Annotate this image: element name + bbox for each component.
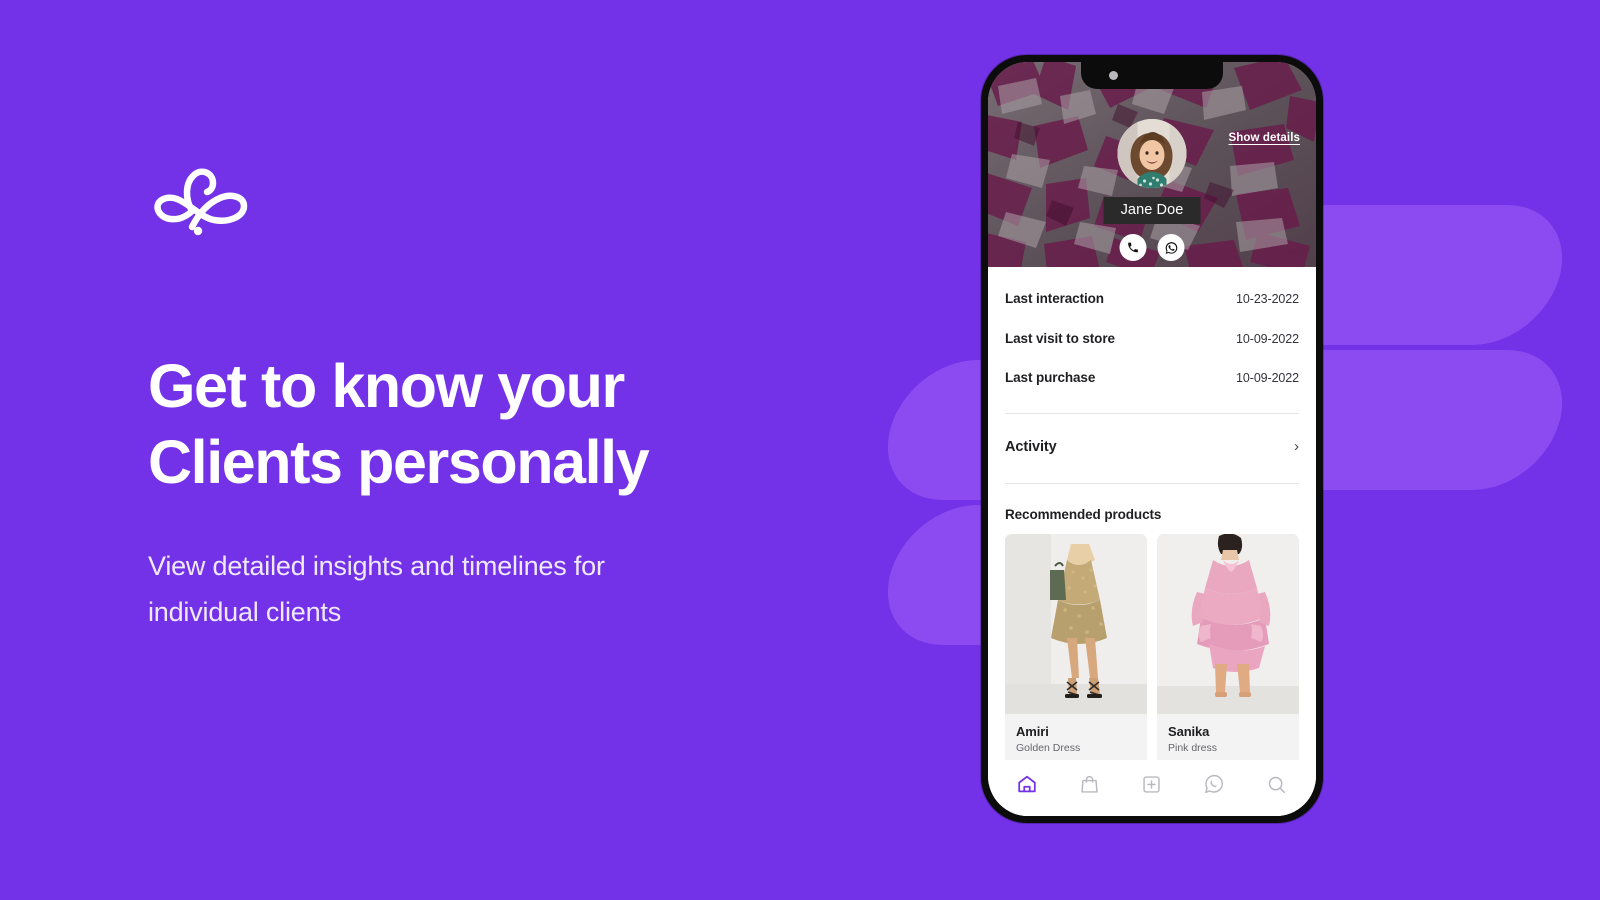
client-detail-list: Last interaction 10-23-2022 Last visit t…	[988, 267, 1316, 410]
detail-row: Last purchase 10-09-2022	[1005, 370, 1299, 410]
whatsapp-icon	[1165, 241, 1177, 254]
product-name: Amiri	[1016, 723, 1049, 739]
phone-mockup: Show details Jane Doe Last interaction 1…	[981, 55, 1323, 823]
page-subtitle: View detailed insights and timelines for…	[148, 543, 718, 635]
tab-home[interactable]	[1010, 767, 1044, 801]
tab-shop[interactable]	[1073, 767, 1107, 801]
plus-square-icon	[1143, 775, 1161, 793]
tab-add[interactable]	[1135, 767, 1169, 801]
whatsapp-icon	[1205, 774, 1224, 793]
activity-row[interactable]: Activity ›	[988, 414, 1316, 480]
product-card[interactable]: Amiri Golden Dress	[1005, 533, 1147, 765]
call-button[interactable]	[1119, 234, 1147, 261]
recommended-products-title: Recommended products	[1005, 506, 1162, 522]
tab-whatsapp[interactable]	[1197, 767, 1231, 801]
detail-row: Last visit to store 10-09-2022	[1005, 331, 1299, 371]
search-icon	[1269, 776, 1286, 793]
bottom-tab-bar	[988, 760, 1316, 816]
headline-line-2: Clients personally	[148, 428, 650, 496]
front-camera-icon	[1109, 71, 1118, 80]
show-details-link[interactable]: Show details	[1229, 132, 1301, 144]
product-meta: Amiri Golden Dress	[1005, 713, 1147, 765]
product-subtitle: Golden Dress	[1016, 741, 1081, 754]
client-name-chip: Jane Doe	[1103, 197, 1201, 224]
product-name: Sanika	[1168, 723, 1210, 739]
shopping-bag-icon	[1081, 775, 1098, 793]
phone-icon	[1128, 242, 1138, 253]
marketing-panel: Get to know your Clients personally View…	[148, 0, 848, 900]
activity-label: Activity	[1005, 438, 1057, 455]
product-card[interactable]: Sanika Pink dress	[1157, 533, 1299, 765]
client-hero-header: Show details Jane Doe	[988, 62, 1316, 267]
phone-screen: Show details Jane Doe Last interaction 1…	[988, 62, 1316, 816]
whatsapp-button[interactable]	[1157, 234, 1185, 261]
home-icon	[1018, 775, 1036, 793]
detail-row: Last interaction 10-23-2022	[1005, 291, 1299, 331]
subhead-line-1: View detailed insights and timelines for	[148, 551, 605, 581]
subhead-line-2: individual clients	[148, 597, 342, 627]
product-image	[1005, 533, 1147, 714]
headline-line-1: Get to know your	[148, 352, 625, 420]
detail-value: 10-23-2022	[1236, 292, 1299, 306]
tab-search[interactable]	[1260, 767, 1294, 801]
hero-action-buttons	[1119, 234, 1185, 261]
recommended-products-list: Amiri Golden Dress Sanika Pink dress	[988, 533, 1316, 765]
brand-flourish-logo	[152, 165, 256, 241]
phone-notch	[1081, 62, 1223, 89]
avatar[interactable]	[1117, 119, 1187, 188]
detail-label: Last visit to store	[1005, 330, 1115, 346]
chevron-right-icon: ›	[1294, 438, 1299, 455]
detail-label: Last interaction	[1005, 291, 1104, 306]
page-title: Get to know your Clients personally	[148, 348, 828, 500]
detail-value: 10-09-2022	[1236, 331, 1299, 346]
product-meta: Sanika Pink dress	[1157, 713, 1299, 765]
product-image	[1157, 533, 1299, 714]
detail-label: Last purchase	[1005, 370, 1096, 385]
detail-value: 10-09-2022	[1236, 371, 1299, 385]
product-subtitle: Pink dress	[1168, 741, 1218, 754]
